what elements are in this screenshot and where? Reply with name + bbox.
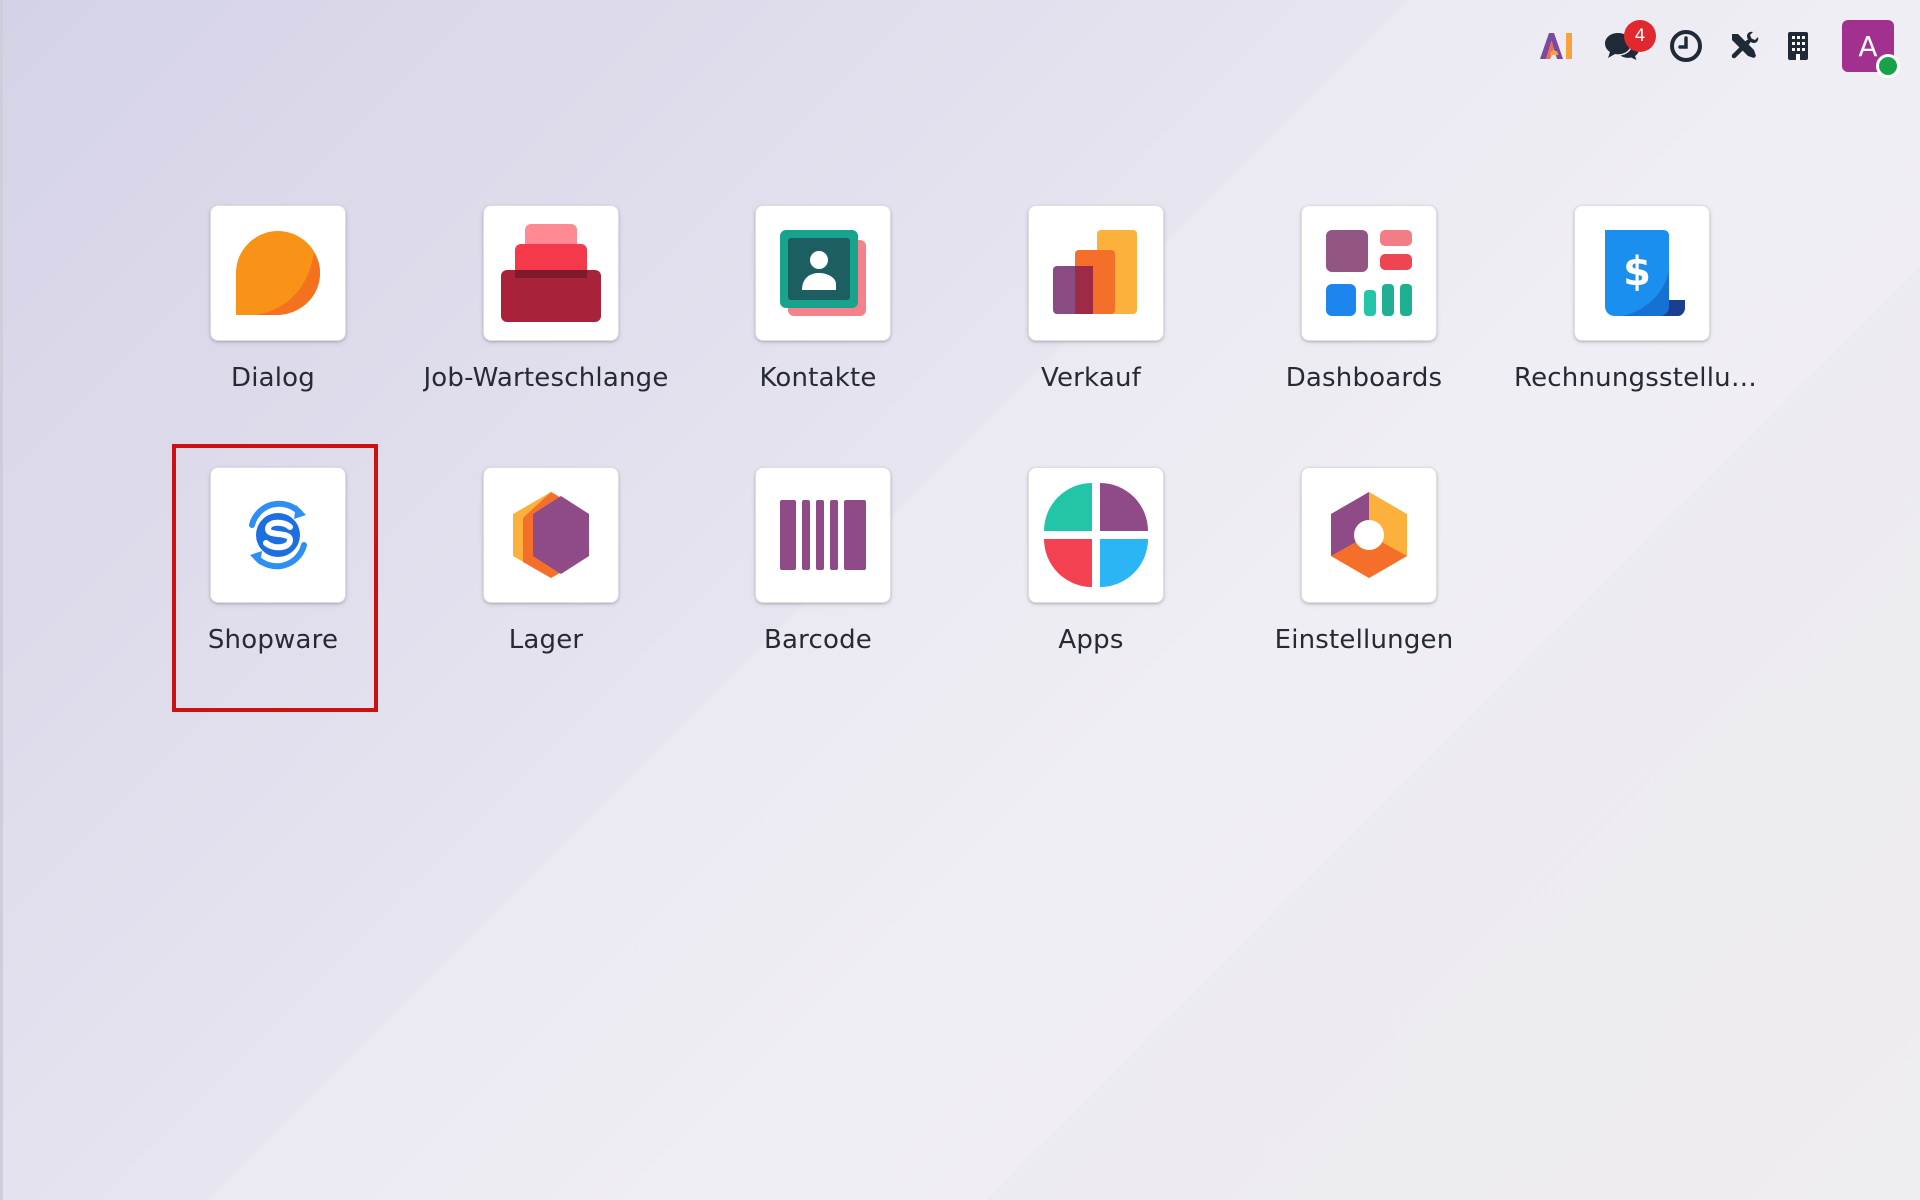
avatar-initial: A [1858,29,1878,63]
app-shopware[interactable]: Shopware [155,467,391,677]
app-dialog[interactable]: Dialog [155,205,391,415]
app-einstellungen[interactable]: Einstellungen [1246,467,1482,677]
messages-badge: 4 [1624,20,1656,52]
inventory-hexagon-icon [483,467,619,603]
app-apps[interactable]: Apps [973,467,1209,677]
app-label: Apps [1058,625,1124,655]
app-barcode[interactable]: Barcode [700,467,936,677]
svg-text:$: $ [1623,249,1651,295]
app-label: Barcode [764,625,872,655]
ai-logo-icon[interactable] [1530,18,1584,74]
app-kontakte[interactable]: Kontakte [700,205,936,415]
app-lager[interactable]: Lager [428,467,664,677]
apps-quadrant-icon [1028,467,1164,603]
contact-card-icon [755,205,891,341]
app-label: Dialog [230,363,315,393]
debug-tools-button[interactable] [1722,18,1766,74]
clock-icon [1670,30,1702,62]
invoice-dollar-icon: $ [1574,205,1710,341]
barcode-icon [755,467,891,603]
app-dashboards[interactable]: Dashboards [1246,205,1482,415]
tools-icon [1731,31,1759,59]
left-edge [0,0,3,1200]
systray: 4 A [1530,18,1900,78]
company-switcher-button[interactable] [1776,18,1820,74]
job-queue-stack-icon [483,205,619,341]
dashboard-blocks-icon [1301,205,1437,341]
app-job-queue[interactable]: Job-Warteschlange [423,205,668,415]
app-verkauf[interactable]: Verkauf [973,205,1209,415]
messages-button[interactable]: 4 [1594,18,1656,74]
settings-hexagon-icon [1301,467,1437,603]
app-label: Job-Warteschlange [423,363,669,393]
presence-indicator [1876,54,1900,78]
discuss-bubble-icon [210,205,346,341]
user-avatar[interactable]: A [1842,20,1900,78]
app-label: Dashboards [1285,363,1443,393]
app-label: Verkauf [1040,363,1142,393]
app-label: Shopware [207,625,339,655]
app-label: Rechnungsstellung [1514,363,1760,393]
building-icon [1788,32,1808,60]
shopware-sync-icon [210,467,346,603]
app-label: Lager [508,625,584,655]
app-label: Einstellungen [1274,625,1454,655]
app-label: Kontakte [759,363,877,393]
sales-bars-icon [1028,205,1164,341]
app-rechnungsstellung[interactable]: $ Rechnungsstellung [1514,205,1760,415]
activity-button[interactable] [1664,18,1708,74]
